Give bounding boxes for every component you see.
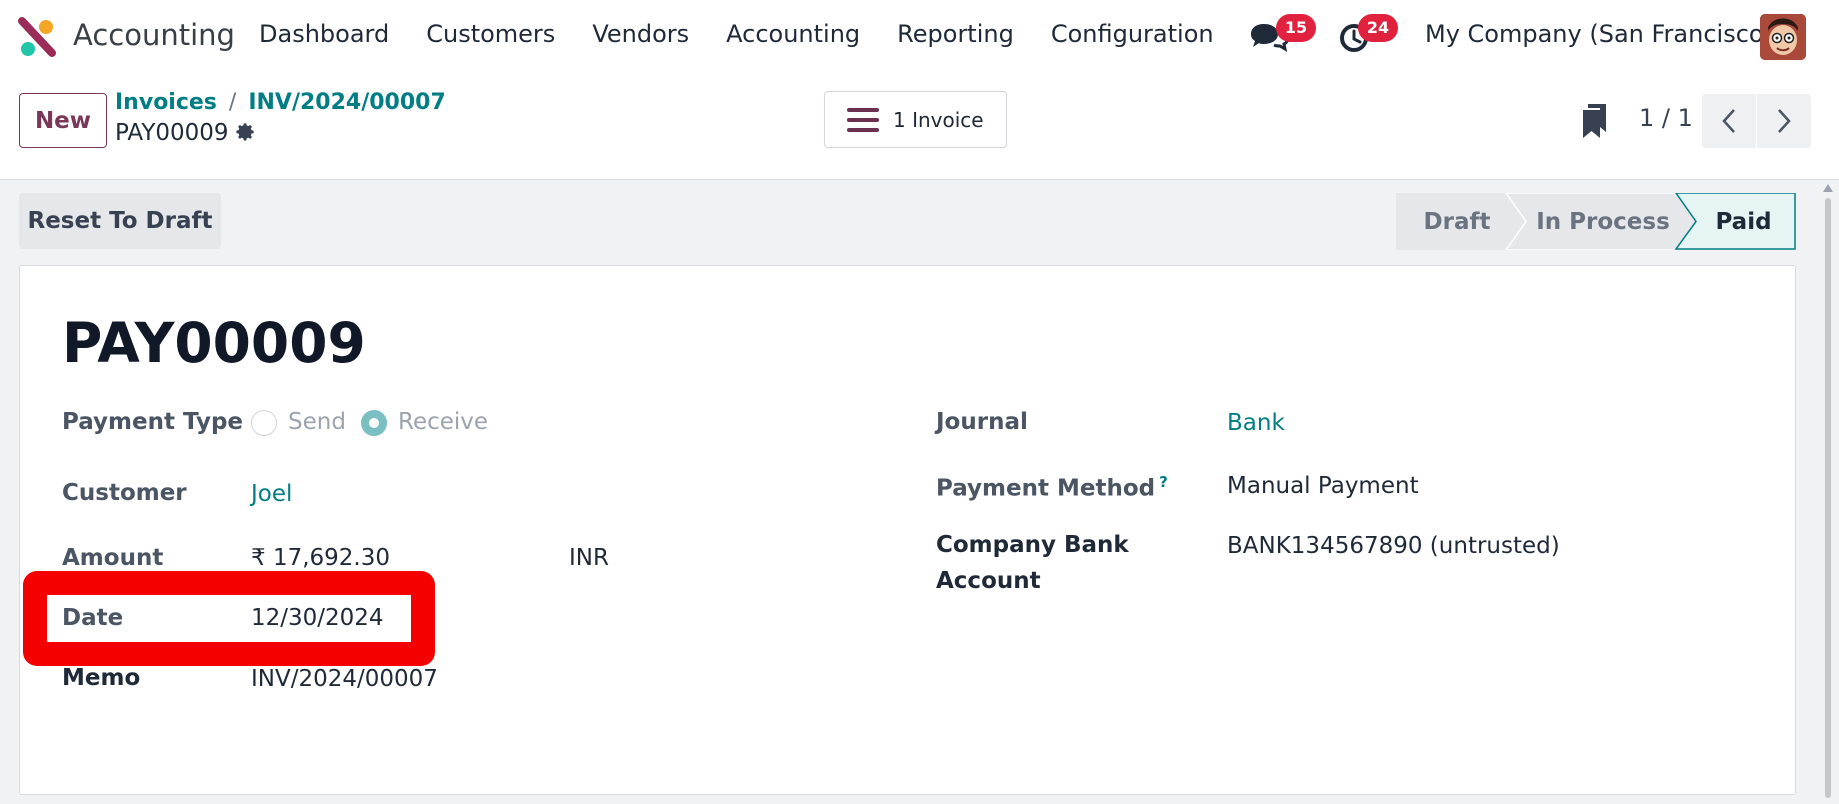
hamburger-icon [847,107,879,132]
chevron-right-icon [1778,109,1791,133]
breadcrumb: Invoices / INV/2024/00007 [115,90,446,115]
pager-previous-button[interactable] [1702,94,1756,148]
menu-dashboard[interactable]: Dashboard [259,20,389,48]
reset-to-draft-button[interactable]: Reset To Draft [19,193,221,249]
main-menu: Dashboard Customers Vendors Accounting R… [259,20,1214,48]
payment-title: PAY00009 [62,311,366,375]
user-avatar[interactable] [1760,14,1806,60]
breadcrumb-invoices[interactable]: Invoices [115,90,217,115]
amount-field[interactable]: ₹ 17,692.30 [251,545,390,571]
status-step-paid[interactable]: Paid [1692,193,1795,250]
new-button[interactable]: New [19,93,107,148]
send-radio[interactable] [251,410,277,436]
record-name: PAY00009 [115,120,229,146]
payment-method-label-text: Payment Method [936,475,1156,502]
menu-vendors[interactable]: Vendors [592,20,689,48]
record-name-row: PAY00009 [115,120,257,146]
accounting-app-icon[interactable] [18,17,56,57]
amount-label: Amount [62,545,164,571]
company-switcher[interactable]: My Company (San Francisco) [1425,20,1773,48]
chevron-left-icon [1722,109,1735,133]
form-sheet: PAY00009 Payment Type Send Receive Custo… [19,265,1796,795]
memo-field[interactable]: INV/2024/00007 [251,666,438,692]
customer-label: Customer [62,480,187,506]
invoice-smart-button[interactable]: 1 Invoice [824,91,1007,148]
currency-field[interactable]: INR [569,545,609,571]
messages-count-badge: 15 [1276,14,1316,42]
company-bank-label-line2: Account [936,568,1041,594]
page-scrollbar[interactable] [1823,184,1833,804]
journal-field[interactable]: Bank [1227,410,1285,436]
avatar-face-icon [1760,14,1806,60]
company-bank-account-field[interactable]: BANK134567890 (untrusted) [1227,533,1560,559]
memo-label: Memo [62,665,141,691]
send-radio-label[interactable]: Send [288,409,346,435]
help-icon[interactable]: ? [1159,473,1168,491]
breadcrumb-separator: / [228,90,237,115]
payment-method-field[interactable]: Manual Payment [1227,473,1419,499]
control-panel: New Invoices / INV/2024/00007 PAY00009 1 I… [0,74,1839,180]
company-bank-label-line1: Company Bank [936,532,1129,558]
pager-next-button[interactable] [1757,94,1811,148]
receive-radio-label[interactable]: Receive [398,409,488,435]
menu-configuration[interactable]: Configuration [1051,20,1214,48]
payment-type-label: Payment Type [62,409,244,435]
app-name[interactable]: Accounting [73,18,235,52]
invoice-smart-button-label: 1 Invoice [893,107,984,132]
pager-value[interactable]: 1 / 1 [1639,104,1693,132]
menu-customers[interactable]: Customers [426,20,555,48]
breadcrumb-invoice-number[interactable]: INV/2024/00007 [248,90,445,115]
menu-accounting[interactable]: Accounting [726,20,860,48]
date-highlight-box [23,571,435,666]
journal-label: Journal [936,409,1028,435]
menu-reporting[interactable]: Reporting [897,20,1014,48]
bookmark-icon[interactable] [1582,104,1608,138]
gear-icon[interactable] [235,122,257,144]
status-bar: Draft In Process Paid [1396,193,1796,250]
status-step-in-process[interactable]: In Process [1522,193,1684,250]
payment-method-label: Payment Method? [936,473,1168,502]
activities-count-badge: 24 [1358,14,1398,42]
receive-radio[interactable] [361,410,387,436]
customer-field[interactable]: Joel [251,481,292,507]
top-navbar: Accounting Dashboard Customers Vendors A… [0,0,1839,74]
status-step-draft[interactable]: Draft [1396,193,1518,250]
